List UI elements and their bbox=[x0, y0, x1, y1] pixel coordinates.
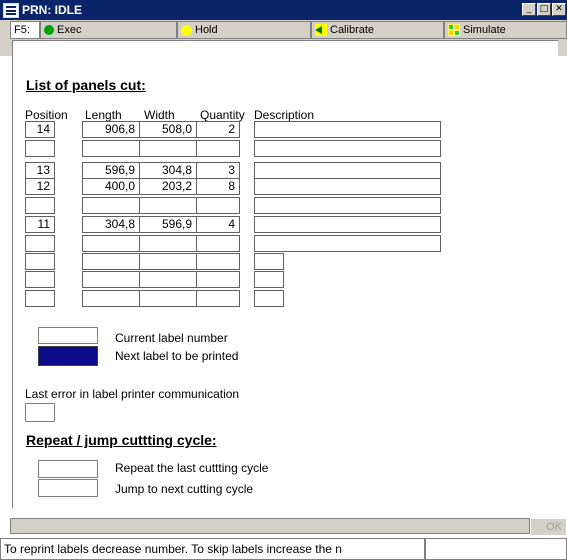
cell-quantity[interactable] bbox=[196, 235, 240, 252]
col-position: Position bbox=[25, 108, 68, 122]
cell-description[interactable] bbox=[254, 216, 441, 233]
cell-width[interactable]: 304,8 bbox=[139, 162, 197, 179]
cell-width[interactable]: 508,0 bbox=[139, 121, 197, 138]
cell-width[interactable] bbox=[139, 253, 197, 270]
hold-label: Hold bbox=[195, 24, 218, 36]
cell-width[interactable]: 203,2 bbox=[139, 178, 197, 195]
minimize-icon[interactable]: _ bbox=[522, 3, 536, 16]
cell-width[interactable] bbox=[139, 290, 197, 307]
cell-length[interactable]: 906,8 bbox=[82, 121, 140, 138]
calibrate-button[interactable]: Calibrate bbox=[311, 21, 444, 39]
cell-width[interactable] bbox=[139, 271, 197, 288]
repeat-cycle-button[interactable] bbox=[38, 460, 98, 478]
app-icon[interactable] bbox=[3, 3, 19, 18]
next-label-text: Next label to be printed bbox=[115, 349, 239, 363]
error-label: Last error in label printer communicatio… bbox=[25, 387, 240, 401]
cycle-heading: Repeat / jump cuttting cycle: bbox=[26, 432, 217, 448]
simulate-label: Simulate bbox=[463, 24, 506, 36]
col-description: Description bbox=[254, 108, 315, 122]
cell-width[interactable] bbox=[139, 140, 197, 157]
cell-description[interactable] bbox=[254, 253, 284, 270]
cell-description[interactable] bbox=[254, 162, 441, 179]
cell-description[interactable] bbox=[254, 140, 441, 157]
cell-position[interactable] bbox=[25, 140, 55, 157]
cell-description[interactable] bbox=[254, 197, 441, 214]
window-title: PRN: IDLE bbox=[22, 3, 82, 17]
simulate-icon bbox=[448, 24, 460, 36]
simulate-button[interactable]: Simulate bbox=[444, 21, 567, 39]
col-quantity: Quantity bbox=[200, 108, 245, 122]
cell-length[interactable] bbox=[82, 197, 140, 214]
calibrate-label: Calibrate bbox=[330, 24, 375, 36]
jump-cycle-text: Jump to next cutting cycle bbox=[115, 482, 254, 496]
next-label-swatch bbox=[38, 346, 98, 366]
cell-length[interactable] bbox=[82, 253, 140, 270]
cell-length[interactable]: 400,0 bbox=[82, 178, 140, 195]
cell-width[interactable] bbox=[139, 197, 197, 214]
exec-icon bbox=[44, 25, 54, 35]
cell-position[interactable] bbox=[25, 197, 55, 214]
cell-position[interactable] bbox=[25, 290, 55, 307]
cell-description[interactable] bbox=[254, 235, 441, 252]
col-width: Width bbox=[144, 108, 175, 122]
current-label-swatch bbox=[38, 327, 98, 344]
title-bar bbox=[0, 0, 567, 20]
cell-length[interactable] bbox=[82, 271, 140, 288]
cell-length[interactable] bbox=[82, 290, 140, 307]
hold-icon bbox=[181, 25, 192, 36]
error-field[interactable] bbox=[25, 403, 55, 422]
jump-cycle-button[interactable] bbox=[38, 479, 98, 497]
panels-heading: List of panels cut: bbox=[26, 77, 146, 93]
cell-position[interactable]: 11 bbox=[25, 216, 55, 233]
cell-quantity[interactable]: 3 bbox=[196, 162, 240, 179]
cell-quantity[interactable] bbox=[196, 140, 240, 157]
cell-position[interactable]: 14 bbox=[25, 121, 55, 138]
hold-button[interactable]: Hold bbox=[177, 21, 311, 39]
cell-quantity[interactable] bbox=[196, 197, 240, 214]
calibrate-icon bbox=[315, 24, 327, 36]
maximize-icon[interactable]: □ bbox=[537, 3, 551, 16]
cell-quantity[interactable] bbox=[196, 271, 240, 288]
current-label-text: Current label number bbox=[115, 331, 228, 345]
cell-length[interactable] bbox=[82, 140, 140, 157]
repeat-cycle-text: Repeat the last cuttting cycle bbox=[115, 461, 269, 475]
progress-bar bbox=[10, 518, 530, 534]
cell-quantity[interactable]: 2 bbox=[196, 121, 240, 138]
cell-description[interactable] bbox=[254, 121, 441, 138]
cell-description[interactable] bbox=[254, 178, 441, 195]
cell-position[interactable] bbox=[25, 271, 55, 288]
cell-position[interactable]: 12 bbox=[25, 178, 55, 195]
cell-length[interactable]: 304,8 bbox=[82, 216, 140, 233]
cell-quantity[interactable] bbox=[196, 290, 240, 307]
cell-description[interactable] bbox=[254, 290, 284, 307]
cell-quantity[interactable]: 4 bbox=[196, 216, 240, 233]
cell-length[interactable]: 596,9 bbox=[82, 162, 140, 179]
cell-position[interactable] bbox=[25, 235, 55, 252]
cell-description[interactable] bbox=[254, 271, 284, 288]
cell-quantity[interactable]: 8 bbox=[196, 178, 240, 195]
status-message: To reprint labels decrease number. To sk… bbox=[0, 538, 425, 560]
col-length: Length bbox=[85, 108, 122, 122]
cell-position[interactable]: 13 bbox=[25, 162, 55, 179]
cell-length[interactable] bbox=[82, 235, 140, 252]
close-icon[interactable]: ✕ bbox=[552, 3, 566, 16]
exec-button[interactable]: Exec bbox=[40, 21, 177, 39]
fkey-label: F5: bbox=[10, 21, 40, 39]
cell-width[interactable] bbox=[139, 235, 197, 252]
ok-button[interactable]: OK bbox=[530, 518, 567, 536]
cell-quantity[interactable] bbox=[196, 253, 240, 270]
cell-position[interactable] bbox=[25, 253, 55, 270]
exec-label: Exec bbox=[57, 24, 82, 36]
status-panel bbox=[425, 538, 567, 560]
cell-width[interactable]: 596,9 bbox=[139, 216, 197, 233]
